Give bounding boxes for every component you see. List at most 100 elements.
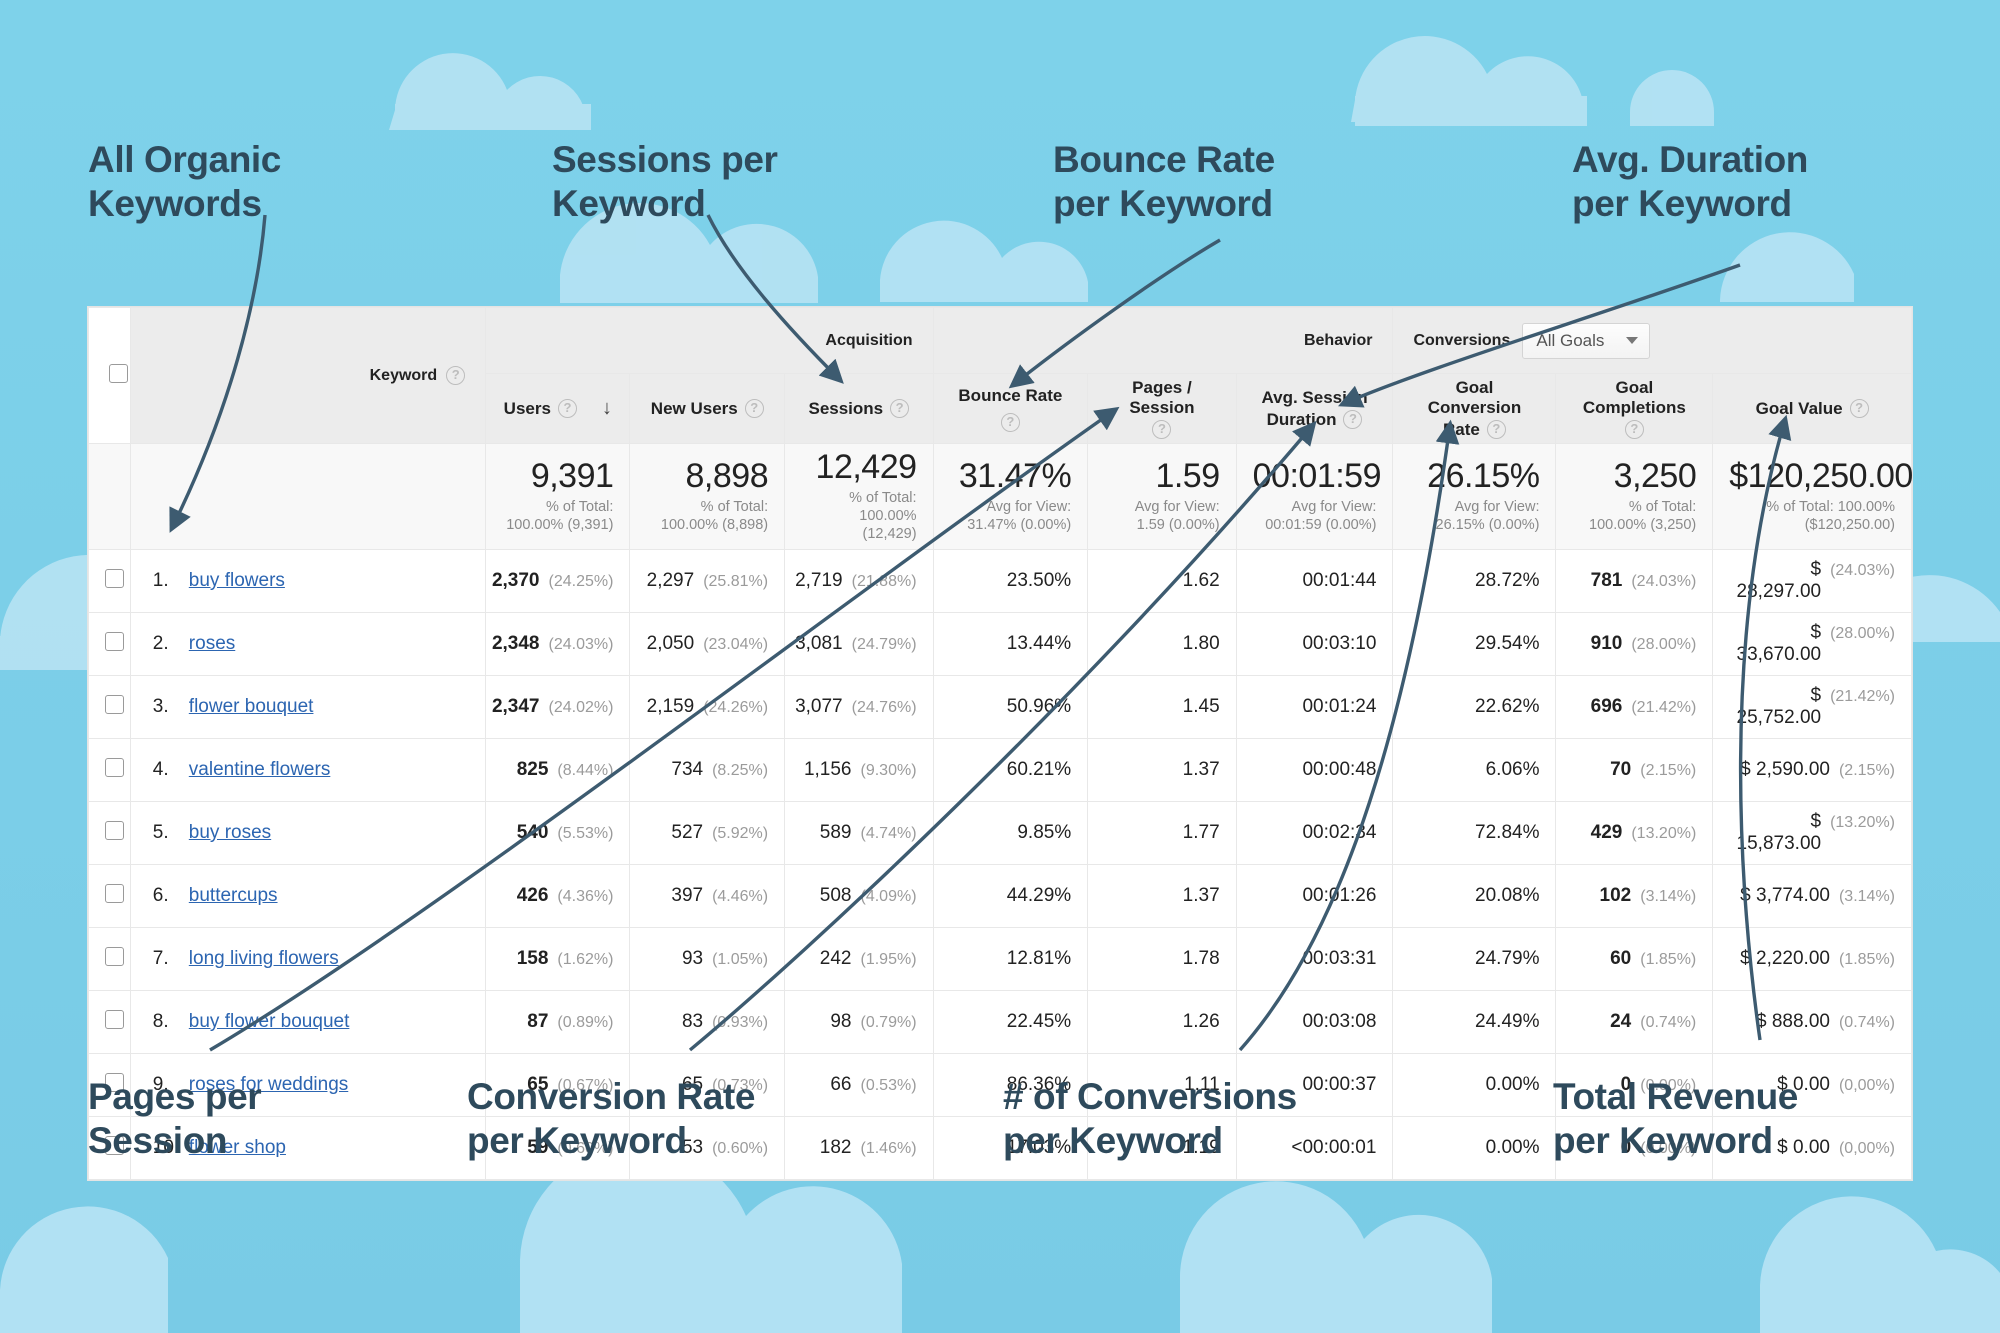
callout-num-conversions-per-keyword: # of Conversions per Keyword xyxy=(1003,1076,1297,1161)
row-checkbox[interactable] xyxy=(105,568,124,588)
cell-new-users: 527 (5.92%) xyxy=(629,801,786,866)
cell-goal-conversion-rate: 6.06% xyxy=(1392,738,1557,803)
cell-avg-duration: 00:00:48 xyxy=(1235,738,1394,803)
row-select-cell[interactable] xyxy=(88,549,131,614)
help-icon[interactable]: ? xyxy=(557,399,577,418)
column-header-goal-value[interactable]: Goal Value ? xyxy=(1712,373,1912,444)
callout-total-revenue-per-keyword: Total Revenue per Keyword xyxy=(1553,1076,1798,1161)
keyword-link[interactable]: buy flower bouquet xyxy=(189,1011,350,1033)
row-select-cell[interactable] xyxy=(88,864,131,929)
column-header-sessions[interactable]: Sessions ? xyxy=(784,373,934,444)
keyword-link[interactable]: buy roses xyxy=(189,822,271,844)
group-header-conversions: Conversions All Goals xyxy=(1392,307,1912,374)
help-icon[interactable]: ? xyxy=(446,366,466,385)
conversions-goal-select[interactable]: All Goals xyxy=(1522,322,1651,359)
column-header-new-users[interactable]: New Users ? xyxy=(629,373,786,444)
row-select-cell[interactable] xyxy=(88,927,131,992)
row-checkbox[interactable] xyxy=(105,694,124,714)
row-rank: 5. xyxy=(152,822,169,844)
row-select-cell[interactable] xyxy=(88,738,131,803)
arrow-down-icon[interactable]: ↓ xyxy=(602,397,612,420)
column-header-avg-session-duration[interactable]: Avg. Session Duration ? xyxy=(1235,373,1394,444)
summary-keyword-cell xyxy=(129,442,487,551)
cell-goal-value: $ 2,220.00 (1.85%) xyxy=(1712,927,1912,992)
cell-new-users: 2,297 (25.81%) xyxy=(629,549,786,614)
row-checkbox[interactable] xyxy=(105,820,124,840)
cell-goal-completions: 60 (1.85%) xyxy=(1555,927,1714,992)
keyword-cell: 8. buy flower bouquet xyxy=(129,990,487,1055)
keyword-link[interactable]: buy flowers xyxy=(189,570,285,592)
cell-avg-duration: 00:01:26 xyxy=(1235,864,1394,929)
keyword-cell: 2. roses xyxy=(129,612,487,677)
summary-users: 9,391 % of Total: 100.00% (9,391) xyxy=(485,442,631,551)
row-checkbox[interactable] xyxy=(105,883,124,903)
cell-goal-value: $ 2,590.00 (2.15%) xyxy=(1712,738,1912,803)
summary-checkbox-cell xyxy=(88,442,131,551)
table-row[interactable]: 2. roses 2,348 (24.03%) 2,050 (23.04%) 3,081 (2… xyxy=(88,612,1912,677)
conversions-goal-value: All Goals xyxy=(1536,330,1605,350)
row-checkbox[interactable] xyxy=(105,1009,124,1029)
row-select-cell[interactable] xyxy=(88,675,131,740)
group-label-acquisition: Acquisition xyxy=(825,331,913,349)
cell-new-users: 2,050 (23.04%) xyxy=(629,612,786,677)
cell-sessions: 242 (1.95%) xyxy=(784,927,934,992)
row-checkbox[interactable] xyxy=(105,757,124,777)
cell-goal-value: $ 15,873.00 (13.20%) xyxy=(1712,801,1912,866)
select-all-cell[interactable] xyxy=(88,307,131,444)
keyword-link[interactable]: roses xyxy=(189,633,235,655)
column-label-avg-session: Avg. Session xyxy=(1261,387,1368,407)
table-row[interactable]: 3. flower bouquet 2,347 (24.02%) 2,159 (24.26… xyxy=(88,675,1912,740)
table-row[interactable]: 4. valentine flowers 825 (8.44%) 734 (8.25%) 1… xyxy=(88,738,1912,803)
row-select-cell[interactable] xyxy=(88,612,131,677)
chevron-down-icon[interactable] xyxy=(1626,337,1639,344)
table-row[interactable]: 1. buy flowers 2,370 (24.25%) 2,297 (25.81%) 2… xyxy=(88,549,1912,614)
cell-bounce-rate: 13.44% xyxy=(932,612,1089,677)
cell-pages-session: 1.26 xyxy=(1087,990,1237,1055)
keyword-link[interactable]: flower bouquet xyxy=(189,696,314,718)
table-row[interactable]: 6. buttercups 426 (4.36%) 397 (4.46%) 508 (4.09… xyxy=(88,864,1912,929)
cell-goal-conversion-rate: 22.62% xyxy=(1392,675,1557,740)
help-icon[interactable]: ? xyxy=(1343,410,1363,429)
table-row[interactable]: 5. buy roses 540 (5.53%) 527 (5.92%) 589 (4.74%… xyxy=(88,801,1912,866)
row-rank: 2. xyxy=(152,633,169,655)
cell-sessions: 3,081 (24.79%) xyxy=(784,612,934,677)
cell-users: 2,370 (24.25%) xyxy=(485,549,631,614)
cell-new-users: 2,159 (24.26%) xyxy=(629,675,786,740)
table-row[interactable]: 7. long living flowers 158 (1.62%) 93 (1.05%)… xyxy=(88,927,1912,992)
row-checkbox[interactable] xyxy=(105,631,124,651)
keyword-header-cell[interactable]: Keyword ? xyxy=(129,307,487,444)
callout-all-organic-keywords: All Organic Keywords xyxy=(88,139,281,224)
keyword-link[interactable]: valentine flowers xyxy=(189,759,331,781)
column-header-bounce-rate[interactable]: Bounce Rate ? xyxy=(932,373,1089,444)
select-all-checkbox[interactable] xyxy=(109,363,128,383)
column-header-users[interactable]: Users ? ↓ xyxy=(485,373,631,444)
help-icon[interactable]: ? xyxy=(890,399,910,418)
cell-bounce-rate: 50.96% xyxy=(932,675,1089,740)
row-rank: 1. xyxy=(152,570,169,592)
help-icon[interactable]: ? xyxy=(1000,412,1020,432)
cell-pages-session: 1.37 xyxy=(1087,738,1237,803)
cell-goal-conversion-rate: 29.54% xyxy=(1392,612,1557,677)
keyword-link[interactable]: buttercups xyxy=(189,885,278,907)
help-icon[interactable]: ? xyxy=(1849,399,1869,418)
cell-sessions: 66 (0.53%) xyxy=(784,1053,934,1118)
column-header-pages-session[interactable]: Pages / Session ? xyxy=(1087,373,1237,444)
help-icon[interactable]: ? xyxy=(1624,420,1644,439)
cell-avg-duration: 00:03:10 xyxy=(1235,612,1394,677)
callout-avg-duration-per-keyword: Avg. Duration per Keyword xyxy=(1572,139,1808,224)
help-icon[interactable]: ? xyxy=(1486,420,1506,439)
column-label-goal-conversion: Goal Conversion xyxy=(1427,377,1522,417)
cell-new-users: 93 (1.05%) xyxy=(629,927,786,992)
row-select-cell[interactable] xyxy=(88,990,131,1055)
row-select-cell[interactable] xyxy=(88,801,131,866)
row-checkbox[interactable] xyxy=(105,946,124,966)
column-header-goal-conversion-rate[interactable]: Goal Conversion Rate ? xyxy=(1392,373,1557,444)
keyword-link[interactable]: long living flowers xyxy=(189,948,339,970)
cell-goal-value: $ 28,297.00 (24.03%) xyxy=(1712,549,1912,614)
help-icon[interactable]: ? xyxy=(1152,420,1172,439)
cell-pages-session: 1.45 xyxy=(1087,675,1237,740)
table-row[interactable]: 8. buy flower bouquet 87 (0.89%) 83 (0.93%) 98… xyxy=(88,990,1912,1055)
help-icon[interactable]: ? xyxy=(744,399,764,418)
column-header-goal-completions[interactable]: Goal Completions ? xyxy=(1555,373,1714,444)
summary-pages-session: 1.59 Avg for View: 1.59 (0.00%) xyxy=(1087,442,1237,551)
